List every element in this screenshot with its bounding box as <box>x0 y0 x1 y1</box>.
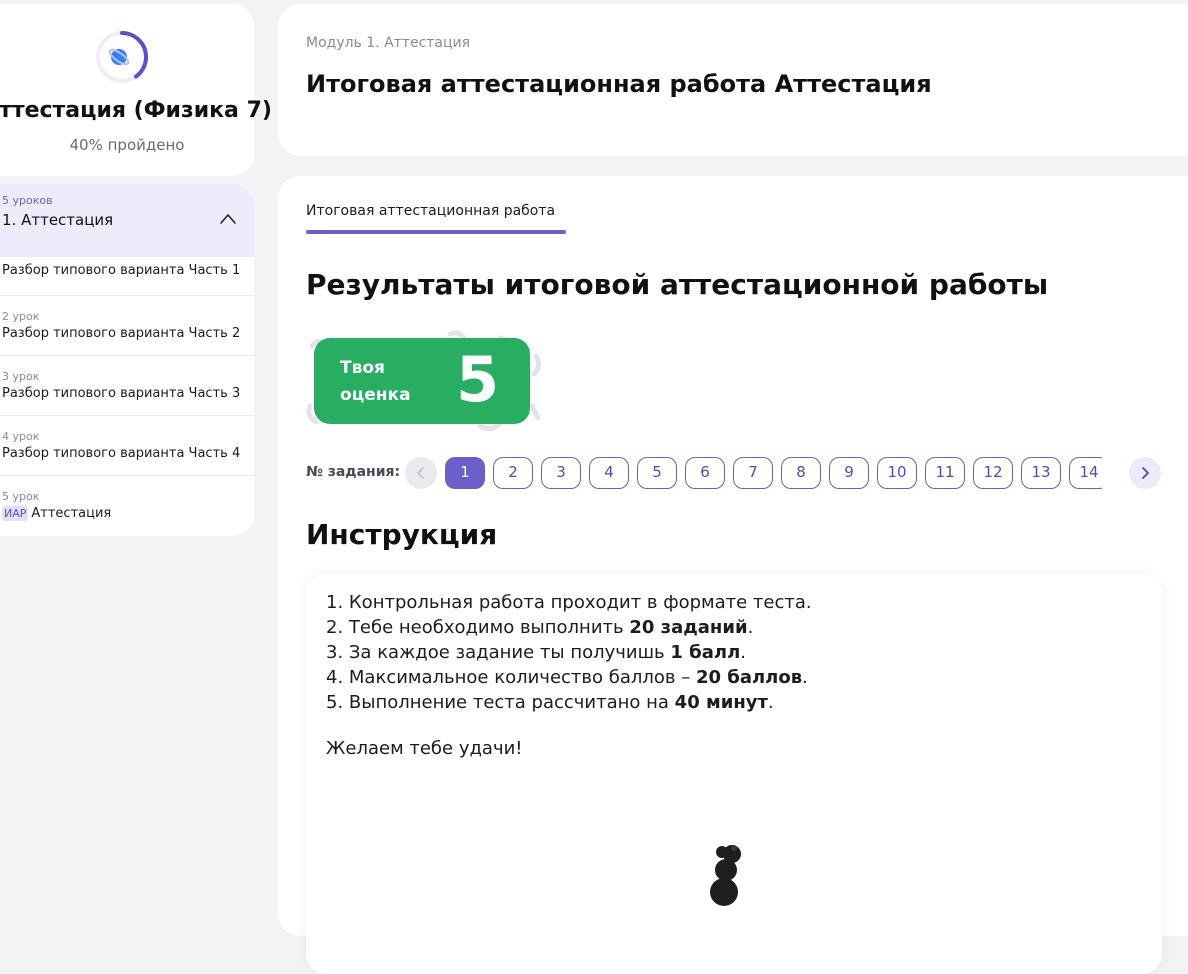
lesson-badge: ИАР <box>2 506 29 521</box>
page-title: Итоговая аттестационная работа Аттестаци… <box>306 70 932 98</box>
instruction-title: Инструкция <box>306 518 498 551</box>
course-progress-ring <box>96 31 148 83</box>
grade-value: 5 <box>456 343 500 416</box>
instruction-item: 4. Максимальное количество баллов – 20 б… <box>326 665 812 690</box>
task-page-8[interactable]: 8 <box>781 457 821 489</box>
instruction-list: 1. Контрольная работа проходит в формате… <box>326 590 812 715</box>
breadcrumb[interactable]: Модуль 1. Аттестация <box>306 35 470 51</box>
instruction-text: . <box>747 617 754 638</box>
lesson-item-3[interactable]: 3 урок Разбор типового варианта Часть 3 <box>0 355 254 415</box>
instruction-bold: 40 минут <box>674 692 768 713</box>
lesson-title: Разбор типового варианта Часть 1 <box>2 263 241 278</box>
instruction-text: 3. За каждое задание ты получишь <box>326 642 671 663</box>
lesson-title: ИАР Аттестация <box>2 506 111 521</box>
course-icon <box>108 48 130 66</box>
main-card: Итоговая аттестационная работа Результат… <box>278 176 1188 974</box>
character-illustration <box>710 845 741 906</box>
instruction-box: 1. Контрольная работа проходит в формате… <box>306 574 1162 974</box>
instruction-text: . <box>767 692 774 713</box>
lesson-title-text: Аттестация <box>31 506 112 521</box>
module-title: 1. Аттестация <box>2 211 114 229</box>
lesson-number: 4 урок <box>2 430 40 443</box>
course-progress-text: 40% пройдено <box>69 136 185 154</box>
instruction-text: . <box>740 642 746 663</box>
task-page-11[interactable]: 11 <box>925 457 965 489</box>
task-page-12[interactable]: 12 <box>973 457 1013 489</box>
task-page-2[interactable]: 2 <box>493 457 533 489</box>
task-page-4[interactable]: 4 <box>589 457 629 489</box>
task-page-9[interactable]: 9 <box>829 457 869 489</box>
grade-label-line-1: Твоя <box>340 358 385 378</box>
lesson-item-2[interactable]: 2 урок Разбор типового варианта Часть 2 <box>0 295 254 355</box>
lesson-number: 5 урок <box>2 490 40 503</box>
pager-next-button[interactable] <box>1129 457 1161 489</box>
lesson-item-5[interactable]: 5 урок ИАР Аттестация <box>0 475 254 535</box>
good-luck-text: Желаем тебе удачи! <box>326 738 523 759</box>
lesson-number: 2 урок <box>2 310 40 323</box>
chevron-left-icon <box>417 467 424 479</box>
instruction-text: 5. Выполнение теста рассчитано на <box>326 692 675 713</box>
course-title: Аттестация (Физика 7) <box>0 98 272 123</box>
module-lesson-count: 5 уроков <box>2 194 53 207</box>
grade-label-line-2: оценка <box>340 385 411 405</box>
instruction-item: 5. Выполнение теста рассчитано на 40 мин… <box>326 690 812 715</box>
task-page-1[interactable]: 1 <box>445 457 485 489</box>
instruction-bold: 20 заданий <box>629 617 748 638</box>
lesson-title: Разбор типового варианта Часть 4 <box>2 446 241 461</box>
instruction-bold: 1 балл <box>670 642 741 663</box>
instruction-item: 2. Тебе необходимо выполнить 20 заданий. <box>326 615 812 640</box>
lesson-number: 3 урок <box>2 370 40 383</box>
header-card: Модуль 1. Аттестация Итоговая аттестацио… <box>278 4 1188 156</box>
chevron-up-icon[interactable] <box>220 211 236 227</box>
results-title: Результаты итоговой аттестационной работ… <box>306 268 1049 301</box>
lesson-title: Разбор типового варианта Часть 3 <box>2 386 241 401</box>
task-page-10[interactable]: 10 <box>877 457 917 489</box>
instruction-item: 1. Контрольная работа проходит в формате… <box>326 590 812 615</box>
instruction-bold: 20 баллов <box>695 667 803 688</box>
pager-prev-button[interactable] <box>405 457 437 489</box>
task-page-7[interactable]: 7 <box>733 457 773 489</box>
course-card: Аттестация (Физика 7) 40% пройдено <box>0 4 272 176</box>
task-page-6[interactable]: 6 <box>685 457 725 489</box>
task-page-13[interactable]: 13 <box>1021 457 1061 489</box>
tab-underline <box>306 230 566 234</box>
instruction-text: 1. Контрольная работа проходит в формате… <box>326 592 812 613</box>
module-header[interactable]: 5 уроков 1. Аттестация <box>0 184 254 256</box>
lesson-title: Разбор типового варианта Часть 2 <box>2 326 241 341</box>
task-page-14[interactable]: 14 <box>1069 457 1102 489</box>
chevron-right-icon <box>1142 467 1149 479</box>
task-pager: 1 2 3 4 5 6 7 8 9 10 11 12 13 14 <box>444 456 1102 492</box>
grade-badge: Твоя оценка 5 <box>314 338 530 424</box>
instruction-item: 3. За каждое задание ты получишь 1 балл. <box>326 640 812 665</box>
tab-final-work[interactable]: Итоговая аттестационная работа <box>306 203 555 219</box>
task-number-label: № задания: <box>306 464 401 480</box>
grade-label: Твоя оценка <box>340 355 430 409</box>
task-page-3[interactable]: 3 <box>541 457 581 489</box>
task-page-5[interactable]: 5 <box>637 457 677 489</box>
instruction-text: . <box>802 667 808 688</box>
lesson-item-4[interactable]: 4 урок Разбор типового варианта Часть 4 <box>0 415 254 475</box>
instruction-text: 2. Тебе необходимо выполнить <box>326 617 630 638</box>
lessons-panel: 5 уроков 1. Аттестация Разбор типового в… <box>0 184 254 536</box>
instruction-text: 4. Максимальное количество баллов – <box>326 667 696 688</box>
